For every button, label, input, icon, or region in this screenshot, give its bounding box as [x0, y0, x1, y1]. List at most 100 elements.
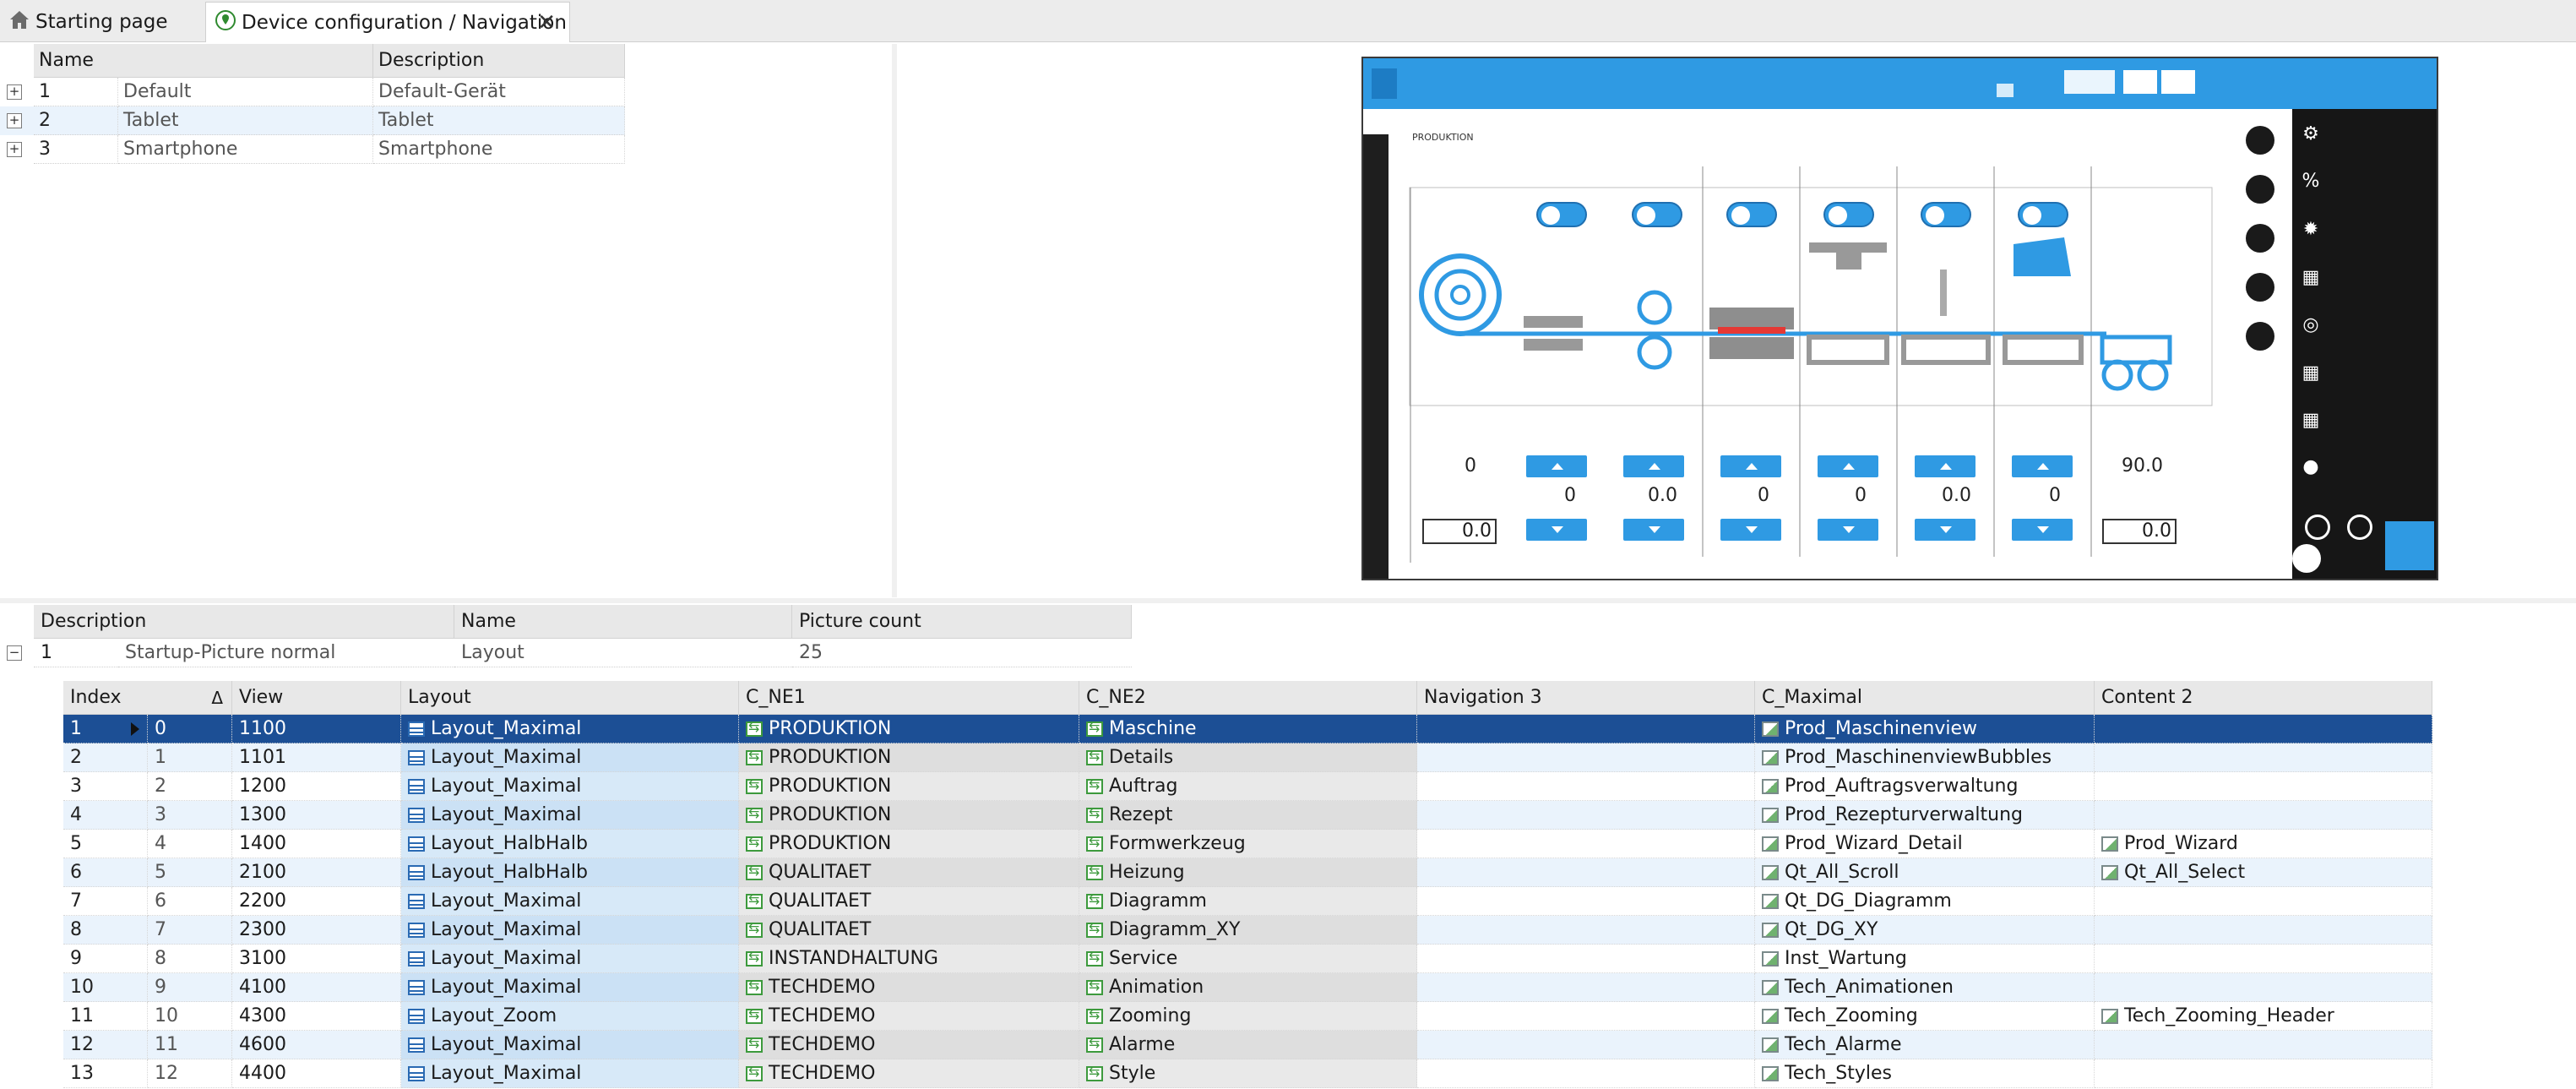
view-number[interactable]: 2100: [232, 858, 401, 887]
c-maximal-cell[interactable]: Inst_Wartung: [1755, 945, 2095, 973]
content-2-cell[interactable]: [2095, 715, 2432, 743]
picture-row[interactable]: 2 1 1101 Layout_Maximal PRODUKTION Details Pro…: [63, 743, 2432, 772]
navigation-3-cell[interactable]: [1417, 973, 1755, 1002]
c-ne2-cell[interactable]: Service: [1079, 945, 1417, 973]
c-ne2-cell[interactable]: Auftrag: [1079, 772, 1417, 801]
column-header-name[interactable]: Name: [454, 605, 792, 639]
c-ne1-cell[interactable]: TECHDEMO: [739, 1002, 1079, 1031]
device-row[interactable]: + 2 Tablet Tablet: [0, 106, 625, 135]
content-2-cell[interactable]: Prod_Wizard: [2095, 830, 2432, 858]
layout-cell[interactable]: Layout_Maximal: [401, 973, 739, 1002]
column-header-content-2[interactable]: Content 2: [2095, 681, 2432, 715]
navigation-3-cell[interactable]: [1417, 801, 1755, 830]
row-index[interactable]: 2: [63, 743, 148, 772]
c-ne1-cell[interactable]: PRODUKTION: [739, 715, 1079, 743]
c-maximal-cell[interactable]: Qt_All_Scroll: [1755, 858, 2095, 887]
row-index[interactable]: 11: [63, 1002, 148, 1031]
collapse-icon[interactable]: −: [7, 645, 22, 661]
row-index[interactable]: 9: [63, 945, 148, 973]
picture-row[interactable]: 4 3 1300 Layout_Maximal PRODUKTION Rezept Prod…: [63, 801, 2432, 830]
column-header-view[interactable]: View: [232, 681, 401, 715]
view-index[interactable]: 1: [148, 743, 232, 772]
column-header-index[interactable]: Index Δ: [63, 681, 232, 715]
view-index[interactable]: 2: [148, 772, 232, 801]
c-ne2-cell[interactable]: Animation: [1079, 973, 1417, 1002]
view-number[interactable]: 1200: [232, 772, 401, 801]
picture-row[interactable]: 13 12 4400 Layout_Maximal TECHDEMO Style Tech_…: [63, 1059, 2432, 1088]
c-ne1-cell[interactable]: TECHDEMO: [739, 1031, 1079, 1059]
layout-cell[interactable]: Layout_Maximal: [401, 887, 739, 916]
column-header-navigation-3[interactable]: Navigation 3: [1417, 681, 1755, 715]
layout-cell[interactable]: Layout_Maximal: [401, 1059, 739, 1088]
layout-cell[interactable]: Layout_Maximal: [401, 743, 739, 772]
c-ne1-cell[interactable]: QUALITAET: [739, 916, 1079, 945]
c-ne1-cell[interactable]: PRODUKTION: [739, 743, 1079, 772]
content-2-cell[interactable]: [2095, 772, 2432, 801]
content-2-cell[interactable]: [2095, 801, 2432, 830]
c-ne2-cell[interactable]: Diagramm_XY: [1079, 916, 1417, 945]
view-index[interactable]: 9: [148, 973, 232, 1002]
content-2-cell[interactable]: [2095, 1059, 2432, 1088]
picture-row[interactable]: 1 0 1100 Layout_Maximal PRODUKTION Maschine Pr…: [63, 715, 2432, 743]
layout-cell[interactable]: Layout_Maximal: [401, 801, 739, 830]
view-index[interactable]: 3: [148, 801, 232, 830]
navigation-3-cell[interactable]: [1417, 715, 1755, 743]
content-2-cell[interactable]: Tech_Zooming_Header: [2095, 1002, 2432, 1031]
sort-ascending-icon[interactable]: Δ: [211, 688, 223, 708]
c-maximal-cell[interactable]: Prod_Wizard_Detail: [1755, 830, 2095, 858]
content-2-cell[interactable]: [2095, 945, 2432, 973]
c-ne1-cell[interactable]: QUALITAET: [739, 887, 1079, 916]
c-maximal-cell[interactable]: Tech_Zooming: [1755, 1002, 2095, 1031]
c-maximal-cell[interactable]: Prod_MaschinenviewBubbles: [1755, 743, 2095, 772]
row-index[interactable]: 4: [63, 801, 148, 830]
layout-cell[interactable]: Layout_HalbHalb: [401, 858, 739, 887]
layout-cell[interactable]: Layout_Maximal: [401, 916, 739, 945]
row-index[interactable]: 13: [63, 1059, 148, 1088]
c-ne1-cell[interactable]: PRODUKTION: [739, 772, 1079, 801]
view-number[interactable]: 3100: [232, 945, 401, 973]
vertical-splitter[interactable]: [892, 44, 897, 597]
view-index[interactable]: 7: [148, 916, 232, 945]
view-number[interactable]: 2200: [232, 887, 401, 916]
c-maximal-cell[interactable]: Qt_DG_XY: [1755, 916, 2095, 945]
row-index[interactable]: 3: [63, 772, 148, 801]
c-ne1-cell[interactable]: TECHDEMO: [739, 1059, 1079, 1088]
device-row[interactable]: + 3 Smartphone Smartphone: [0, 135, 625, 164]
c-maximal-cell[interactable]: Tech_Animationen: [1755, 973, 2095, 1002]
c-ne1-cell[interactable]: TECHDEMO: [739, 973, 1079, 1002]
picture-row[interactable]: 7 6 2200 Layout_Maximal QUALITAET Diagramm Qt_…: [63, 887, 2432, 916]
view-index[interactable]: 11: [148, 1031, 232, 1059]
view-number[interactable]: 4400: [232, 1059, 401, 1088]
c-maximal-cell[interactable]: Prod_Maschinenview: [1755, 715, 2095, 743]
navigation-3-cell[interactable]: [1417, 887, 1755, 916]
view-index[interactable]: 8: [148, 945, 232, 973]
view-number[interactable]: 1300: [232, 801, 401, 830]
c-ne2-cell[interactable]: Zooming: [1079, 1002, 1417, 1031]
column-header-picture-count[interactable]: Picture count: [792, 605, 1132, 639]
device-row[interactable]: + 1 Default Default-Gerät: [0, 78, 625, 106]
c-ne1-cell[interactable]: QUALITAET: [739, 858, 1079, 887]
view-number[interactable]: 4100: [232, 973, 401, 1002]
view-number[interactable]: 1400: [232, 830, 401, 858]
content-2-cell[interactable]: [2095, 1031, 2432, 1059]
c-ne2-cell[interactable]: Details: [1079, 743, 1417, 772]
row-index[interactable]: 7: [63, 887, 148, 916]
column-header-c-ne2[interactable]: C_NE2: [1079, 681, 1417, 715]
c-ne2-cell[interactable]: Heizung: [1079, 858, 1417, 887]
column-header-c-ne1[interactable]: C_NE1: [739, 681, 1079, 715]
navigation-3-cell[interactable]: [1417, 1031, 1755, 1059]
view-number[interactable]: 1101: [232, 743, 401, 772]
row-index[interactable]: 8: [63, 916, 148, 945]
c-ne2-cell[interactable]: Maschine: [1079, 715, 1417, 743]
picture-row[interactable]: 8 7 2300 Layout_Maximal QUALITAET Diagramm_XY…: [63, 916, 2432, 945]
view-index[interactable]: 12: [148, 1059, 232, 1088]
c-ne2-cell[interactable]: Formwerkzeug: [1079, 830, 1417, 858]
c-maximal-cell[interactable]: Qt_DG_Diagramm: [1755, 887, 2095, 916]
c-ne2-cell[interactable]: Diagramm: [1079, 887, 1417, 916]
content-2-cell[interactable]: [2095, 743, 2432, 772]
navigation-3-cell[interactable]: [1417, 858, 1755, 887]
picture-row[interactable]: 11 10 4300 Layout_Zoom TECHDEMO Zooming Tech_Z…: [63, 1002, 2432, 1031]
row-index[interactable]: 6: [63, 858, 148, 887]
view-number[interactable]: 2300: [232, 916, 401, 945]
navigation-3-cell[interactable]: [1417, 1002, 1755, 1031]
